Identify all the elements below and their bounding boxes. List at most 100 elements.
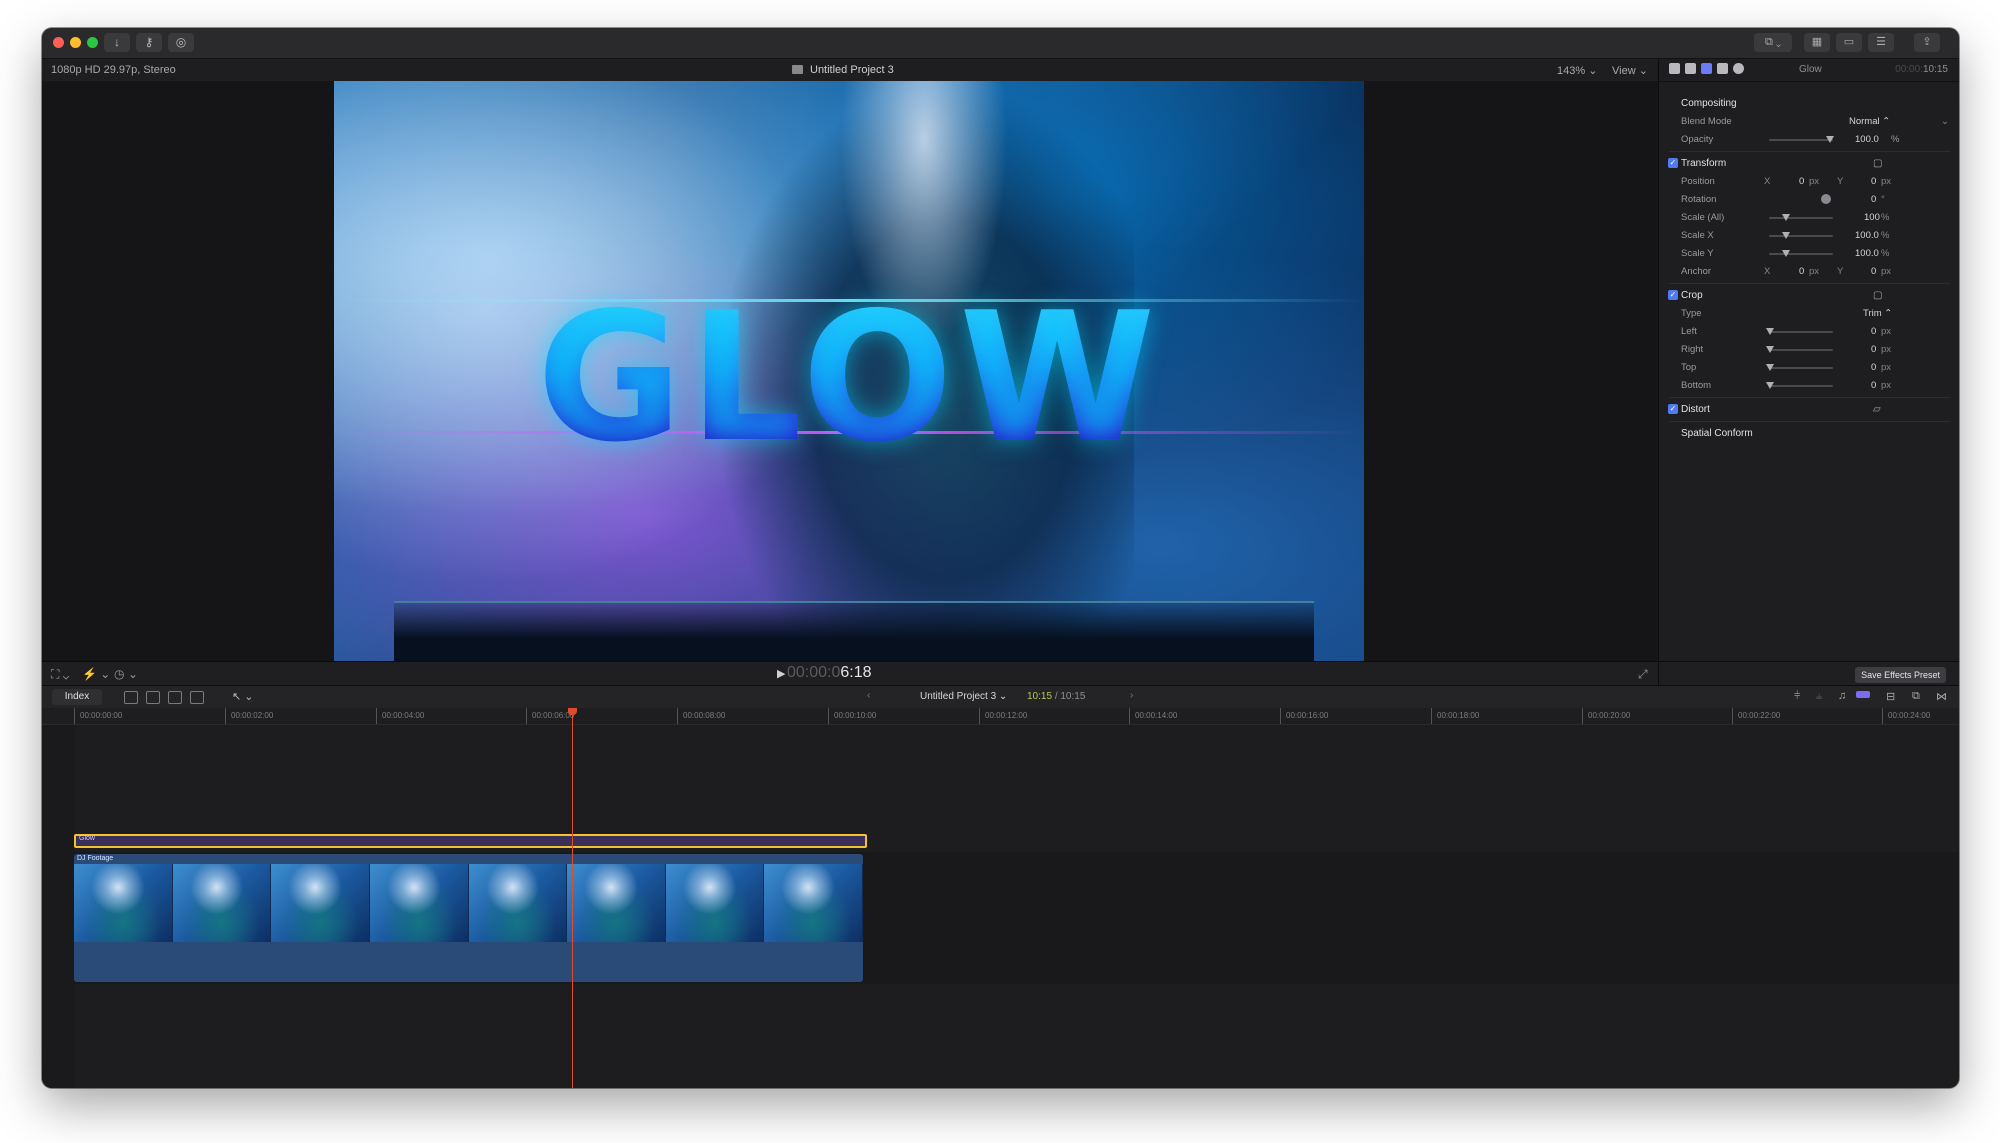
timeline-project-menu[interactable]: Untitled Project 3 ⌄ [920,691,1007,702]
background-tasks-button[interactable]: ◎ [168,33,194,52]
audio-skimming-button[interactable]: ⫨ [1816,690,1822,703]
keywords-button[interactable]: ⚷ [136,33,162,52]
share-button[interactable]: ⇪ [1914,33,1940,52]
scale-x-slider-knob[interactable] [1782,232,1790,239]
rotation-value[interactable]: 0 [1871,194,1876,205]
overwrite-clip-icon[interactable] [190,691,204,704]
zoom-menu[interactable]: 143% ⌄ [1557,64,1597,77]
viewer: GLOW [42,81,1658,661]
spatial-conform-section[interactable]: Spatial Conform [1659,425,1959,443]
enhancements-menu[interactable]: ⚡ ⌄ [82,667,110,681]
effects-browser-toggle[interactable]: ⋈ [1936,690,1947,703]
timecode-display[interactable]: 00:00:06:18 [787,664,872,682]
crop-top-slider[interactable] [1769,367,1833,369]
distort-onscreen-control-icon[interactable]: ▱ [1873,404,1881,415]
video-frame[interactable]: GLOW [334,81,1364,661]
timeline-index-toggle[interactable]: ⧉ [1912,690,1920,703]
opacity-slider[interactable] [1769,139,1833,141]
scale-y-value[interactable]: 100.0 [1855,248,1879,259]
append-clip-icon[interactable] [168,691,182,704]
title-clip[interactable]: Glow [74,834,867,848]
anchor-x-value[interactable]: 0 [1799,266,1804,277]
playhead[interactable] [572,708,573,1088]
title-inspector-icon[interactable] [1685,63,1696,74]
opacity-slider-knob[interactable] [1826,136,1834,143]
zoom-value: 143% [1557,65,1586,77]
timeline-toggle-button[interactable]: ▭ [1836,33,1862,52]
clip-appearance-button[interactable]: ⊟ [1886,690,1895,703]
distort-checkbox[interactable]: ✓ [1668,404,1678,414]
distort-label: Distort [1681,404,1710,415]
minimize-window-button[interactable] [70,37,81,48]
workspace-menu-button[interactable]: ⧉ ⌄ [1754,33,1792,52]
import-media-button[interactable]: ↓ [104,33,130,52]
save-effects-preset-button[interactable]: Save Effects Preset [1855,667,1946,683]
distort-section[interactable]: ✓ Distort ▱ [1659,401,1959,419]
transform-onscreen-control-icon[interactable]: ▢ [1873,158,1882,169]
info-inspector-icon[interactable] [1733,63,1744,74]
video-inspector-icon[interactable] [1701,63,1712,74]
viewer-project-title: Untitled Project 3 [792,64,894,76]
select-tool-menu[interactable]: ↖ ⌄ [232,690,254,703]
blend-mode-select[interactable]: Normal ⌃ [1849,116,1890,127]
video-clip[interactable]: DJ Footage [74,854,863,982]
solo-button[interactable]: ♫ [1838,690,1846,702]
history-back-button[interactable]: ‹ [867,690,870,701]
play-button[interactable]: ▶ [777,667,785,680]
crop-right-value[interactable]: 0 [1871,344,1876,355]
close-window-button[interactable] [53,37,64,48]
text-inspector-icon[interactable] [1669,63,1680,74]
transform-menu[interactable]: ⛶ ⌄ [51,667,69,682]
scale-all-value[interactable]: 100 [1864,212,1880,223]
crop-type-select[interactable]: Trim ⌃ [1863,308,1892,319]
anchor-y-value[interactable]: 0 [1871,266,1876,277]
transform-section[interactable]: ✓ Transform ▢ [1659,155,1959,173]
timeline-time-current: 10:15 [1027,691,1053,702]
crop-left-value[interactable]: 0 [1871,326,1876,337]
opacity-unit: % [1891,134,1900,145]
scale-x-slider[interactable] [1769,235,1833,237]
index-button[interactable]: Index [52,689,102,705]
crop-bottom-slider[interactable] [1769,385,1833,387]
transform-checkbox[interactable]: ✓ [1668,158,1678,168]
browser-toggle-button[interactable]: ▦ [1804,33,1830,52]
scale-y-slider-knob[interactable] [1782,250,1790,257]
view-menu[interactable]: View ⌄ [1612,64,1648,77]
compositing-section[interactable]: Compositing [1659,95,1959,113]
timeline-ruler[interactable]: 00:00:00:00 00:00:02:00 00:00:04:00 00:0… [42,708,1959,725]
crop-top-slider-knob[interactable] [1766,364,1774,371]
crop-right-slider[interactable] [1769,349,1833,351]
fullscreen-button[interactable]: ⤢ [1638,667,1648,682]
insert-clip-icon[interactable] [146,691,160,704]
retime-menu[interactable]: ◷ ⌄ [114,667,138,681]
snapping-button[interactable] [1856,691,1870,698]
crop-onscreen-control-icon[interactable]: ▢ [1873,290,1882,301]
blend-mode-chevron-icon[interactable]: ⌄ [1941,116,1949,127]
share-icon: ⇪ [1922,36,1932,48]
crop-top-value[interactable]: 0 [1871,362,1876,373]
crop-bottom-value[interactable]: 0 [1871,380,1876,391]
crop-left-slider-knob[interactable] [1766,328,1774,335]
crop-bottom-slider-knob[interactable] [1766,382,1774,389]
crop-right-slider-knob[interactable] [1766,346,1774,353]
crop-checkbox[interactable]: ✓ [1668,290,1678,300]
scale-y-slider[interactable] [1769,253,1833,255]
timeline-area[interactable]: Glow DJ Footage [42,725,1959,1088]
inspector-toggle-button[interactable]: ☰ [1868,33,1894,52]
crop-left-slider[interactable] [1769,331,1833,333]
scale-all-slider[interactable] [1769,217,1833,219]
skimming-button[interactable]: ⫩ [1794,690,1800,703]
history-forward-button[interactable]: › [1130,690,1133,701]
color-inspector-icon[interactable] [1717,63,1728,74]
scale-all-slider-knob[interactable] [1782,214,1790,221]
scale-x-value[interactable]: 100.0 [1855,230,1879,241]
filmstrip-thumbnail [764,864,863,942]
zoom-window-button[interactable] [87,37,98,48]
connect-clip-icon[interactable] [124,691,138,704]
crop-bottom-row: Bottom 0 px [1659,377,1959,395]
rotation-dial[interactable] [1821,194,1831,204]
position-x-value[interactable]: 0 [1799,176,1804,187]
position-y-value[interactable]: 0 [1871,176,1876,187]
opacity-value[interactable]: 100.0 [1855,134,1879,145]
crop-section[interactable]: ✓ Crop ▢ [1659,287,1959,305]
